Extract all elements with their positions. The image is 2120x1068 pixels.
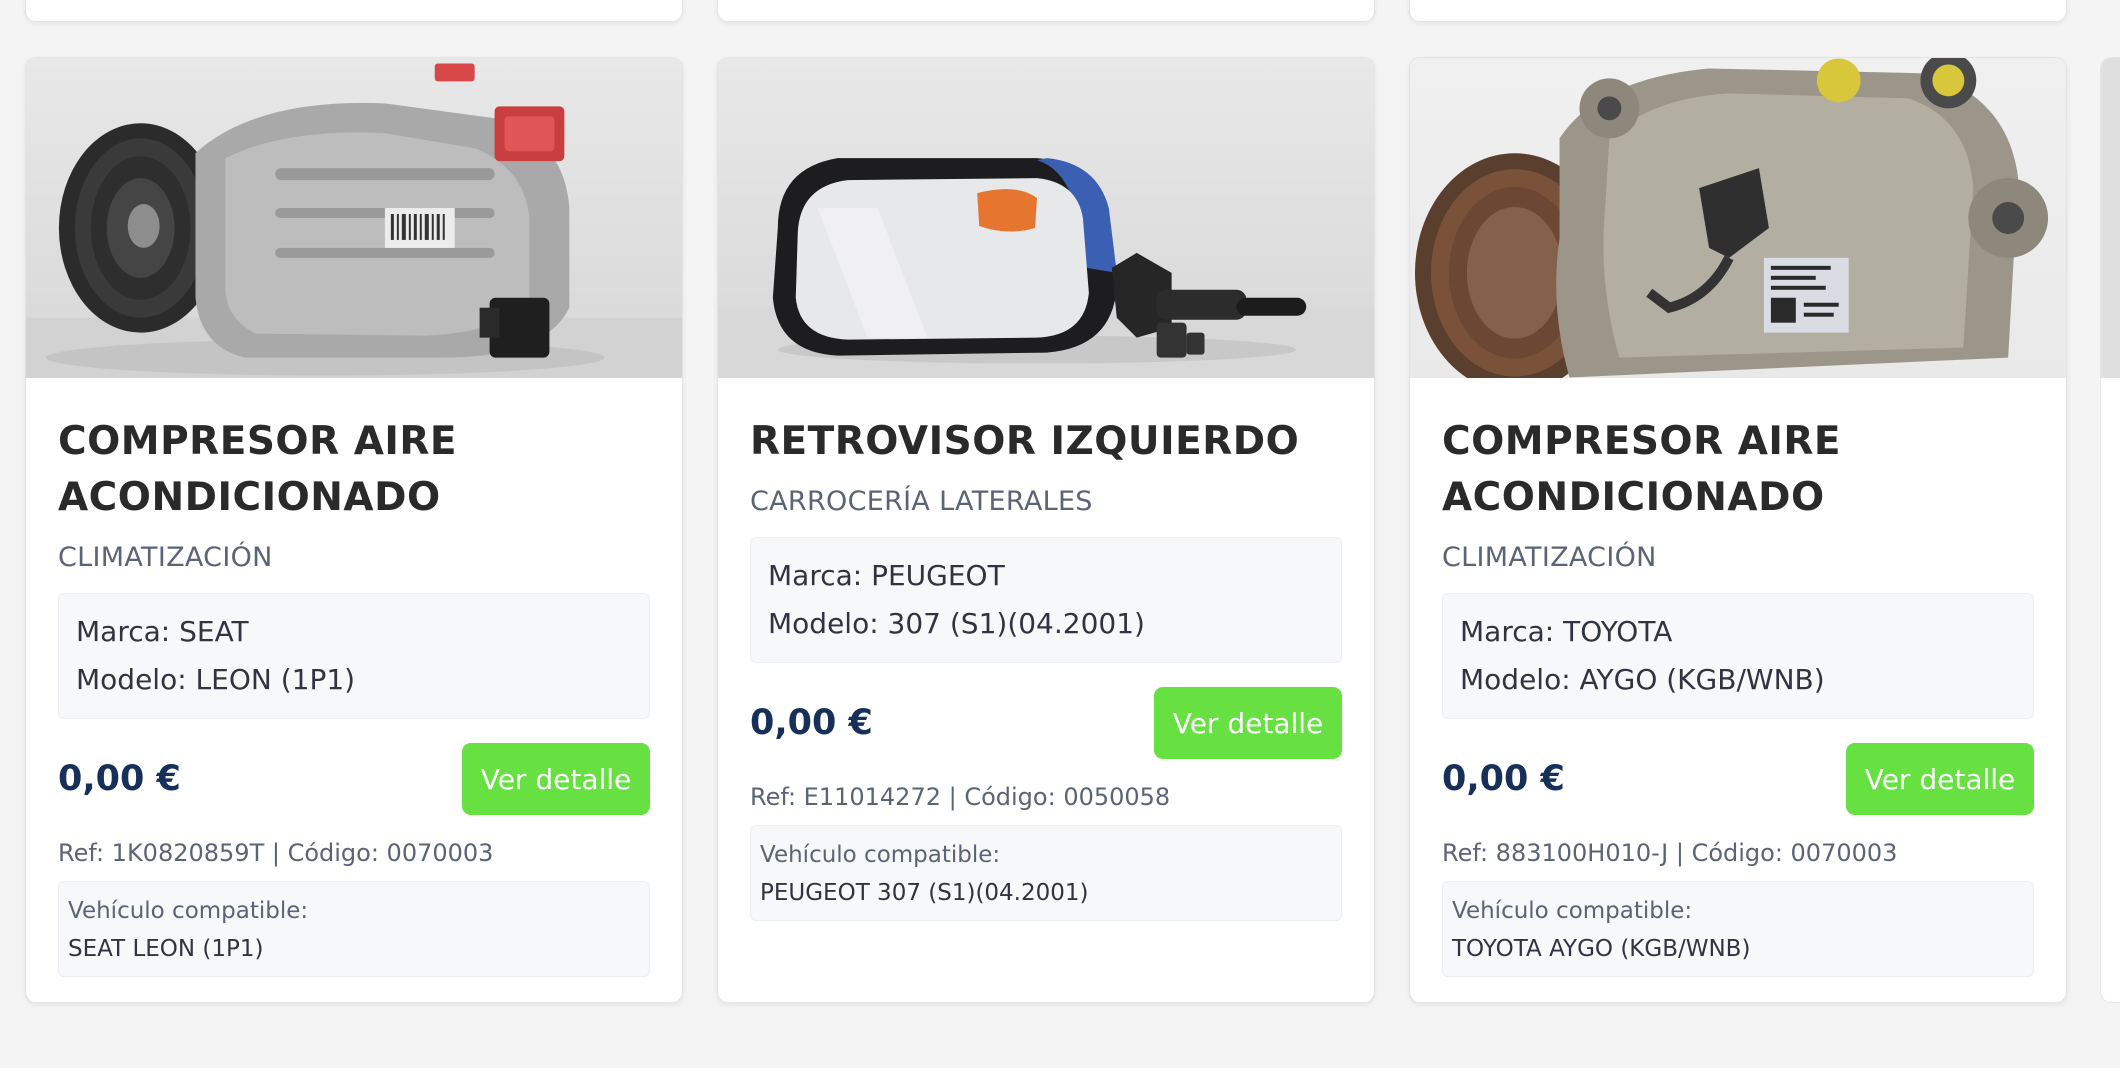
product-specs: Marca: TOYOTA Modelo: AYGO (KGB/WNB) xyxy=(1442,593,2034,719)
view-detail-button[interactable]: Ver detalle xyxy=(462,743,650,815)
product-image xyxy=(2101,58,2120,378)
product-price: 0,00 € xyxy=(1442,759,1565,799)
compatible-vehicle-label: Vehículo compatible: xyxy=(68,898,309,924)
product-image[interactable] xyxy=(26,58,682,378)
previous-row-card xyxy=(25,0,683,22)
product-category: CARROCERÍA LATERALES xyxy=(750,486,1093,517)
compatible-vehicle: Vehículo compatible: SEAT LEON (1P1) xyxy=(58,881,650,977)
ac-compressor-photo-icon xyxy=(26,63,682,378)
brand-line: Marca: TOYOTA xyxy=(1460,615,1673,648)
product-category: CLIMATIZACIÓN xyxy=(58,542,273,573)
model-line: Modelo: 307 (S1)(04.2001) xyxy=(768,607,1145,640)
compatible-vehicle: Vehículo compatible: TOYOTA AYGO (KGB/WN… xyxy=(1442,881,2034,977)
view-detail-button[interactable]: Ver detalle xyxy=(1846,743,2034,815)
compatible-vehicle: Vehículo compatible: PEUGEOT 307 (S1)(04… xyxy=(750,825,1342,921)
compatible-vehicle-value: TOYOTA AYGO (KGB/WNB) xyxy=(1452,936,1751,962)
ac-compressor-photo-icon xyxy=(1415,58,2049,378)
brand-line: Marca: PEUGEOT xyxy=(768,559,1005,592)
product-card[interactable]: COMPRESOR AIRE ACONDICIONADO CLIMATIZACI… xyxy=(25,57,683,1003)
product-card[interactable]: RETROVISOR IZQUIERDO CARROCERÍA LATERALE… xyxy=(717,57,1375,1003)
side-mirror-photo-icon xyxy=(718,158,1374,378)
compatible-vehicle-label: Vehículo compatible: xyxy=(1452,898,1693,924)
next-product-card-partial[interactable] xyxy=(2100,57,2120,1003)
reference-code: Ref: 1K0820859T | Código: 0070003 xyxy=(58,839,494,867)
model-line: Modelo: AYGO (KGB/WNB) xyxy=(1460,663,1825,696)
compatible-vehicle-value: SEAT LEON (1P1) xyxy=(68,936,264,962)
product-image[interactable] xyxy=(1410,58,2066,378)
product-category: CLIMATIZACIÓN xyxy=(1442,542,1657,573)
previous-row-card xyxy=(1409,0,2067,22)
view-detail-button[interactable]: Ver detalle xyxy=(1154,687,1342,759)
compatible-vehicle-value: PEUGEOT 307 (S1)(04.2001) xyxy=(760,880,1089,906)
product-image[interactable] xyxy=(718,58,1374,378)
compatible-vehicle-label: Vehículo compatible: xyxy=(760,842,1001,868)
product-price: 0,00 € xyxy=(58,759,181,799)
product-card[interactable]: COMPRESOR AIRE ACONDICIONADO CLIMATIZACI… xyxy=(1409,57,2067,1003)
product-title[interactable]: COMPRESOR AIRE ACONDICIONADO xyxy=(1442,414,2034,526)
reference-code: Ref: 883100H010-J | Código: 0070003 xyxy=(1442,839,1898,867)
product-title[interactable]: COMPRESOR AIRE ACONDICIONADO xyxy=(58,414,650,526)
price-row: 0,00 € Ver detalle xyxy=(58,743,650,815)
model-line: Modelo: LEON (1P1) xyxy=(76,663,356,696)
product-grid: COMPRESOR AIRE ACONDICIONADO CLIMATIZACI… xyxy=(0,0,2120,1068)
product-specs: Marca: SEAT Modelo: LEON (1P1) xyxy=(58,593,650,719)
previous-row-card xyxy=(717,0,1375,22)
reference-code: Ref: E11014272 | Código: 0050058 xyxy=(750,783,1171,811)
price-row: 0,00 € Ver detalle xyxy=(1442,743,2034,815)
product-specs: Marca: PEUGEOT Modelo: 307 (S1)(04.2001) xyxy=(750,537,1342,663)
product-title[interactable]: RETROVISOR IZQUIERDO xyxy=(750,414,1342,470)
price-row: 0,00 € Ver detalle xyxy=(750,687,1342,759)
product-price: 0,00 € xyxy=(750,703,873,743)
brand-line: Marca: SEAT xyxy=(76,615,249,648)
